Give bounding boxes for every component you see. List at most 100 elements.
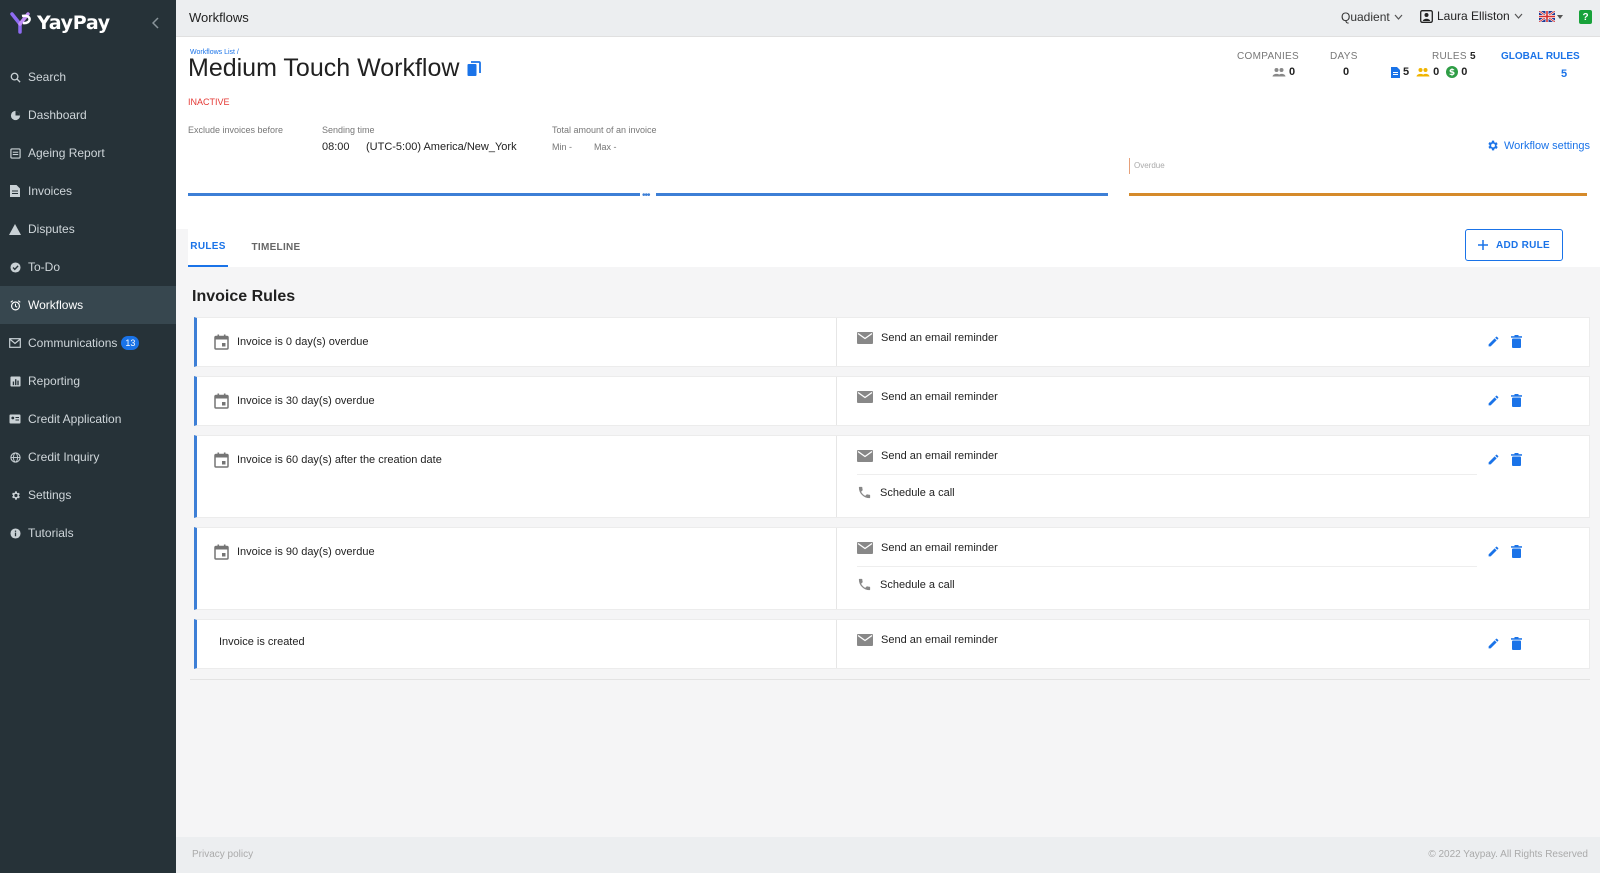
action-divider xyxy=(857,566,1477,567)
uk-flag-icon xyxy=(1539,11,1555,22)
rule-action-text: Send an email reminder xyxy=(881,542,998,554)
sidebar-item-settings[interactable]: Settings xyxy=(0,476,176,514)
calendar-icon xyxy=(214,393,229,409)
sidebar-item-dashboard[interactable]: Dashboard xyxy=(0,96,176,134)
tab-timeline[interactable]: TIMELINE xyxy=(246,227,306,267)
pencil-icon[interactable] xyxy=(1487,394,1500,407)
rule-condition: Invoice is 90 day(s) overdue xyxy=(214,544,375,560)
invoice-rules-icon xyxy=(1391,66,1400,78)
footer: Privacy policy © 2022 Yaypay. All Rights… xyxy=(176,837,1600,873)
sidebar-item-workflows[interactable]: Workflows xyxy=(0,286,176,324)
workflow-settings-button[interactable]: Workflow settings xyxy=(1486,139,1590,152)
company-selector[interactable]: Quadient xyxy=(1341,10,1403,24)
help-button[interactable]: ? xyxy=(1579,10,1592,24)
rule-action: Send an email reminder xyxy=(857,542,998,554)
sidebar: YayPay Search Dashboard Ageing Report Invoi… xyxy=(0,0,176,873)
tab-rules[interactable]: RULES xyxy=(188,227,228,267)
workflow-title: Medium Touch Workflow xyxy=(188,54,482,83)
rule-row-actions xyxy=(1487,335,1522,348)
sidebar-item-reporting[interactable]: Reporting xyxy=(0,362,176,400)
rule-row: Invoice is created Send an email reminder xyxy=(194,619,1590,669)
sidebar-item-search[interactable]: Search xyxy=(0,58,176,96)
rule-condition-cell: Invoice is 90 day(s) overdue xyxy=(197,528,837,609)
rule-row-actions xyxy=(1487,637,1522,650)
gear-icon xyxy=(1486,139,1499,152)
trash-icon[interactable] xyxy=(1511,394,1522,407)
chevron-down-icon xyxy=(1514,13,1523,19)
privacy-policy-link[interactable]: Privacy policy xyxy=(192,849,253,860)
trash-icon[interactable] xyxy=(1511,335,1522,348)
timeline-overdue-segment xyxy=(1129,193,1587,196)
rule-action-text: Schedule a call xyxy=(880,486,955,499)
yaypay-logo-icon xyxy=(10,12,34,34)
warning-icon xyxy=(9,223,21,235)
sidebar-item-to-do[interactable]: To-Do xyxy=(0,248,176,286)
timezone-value: (UTC-5:00) America/New_York xyxy=(366,141,517,153)
rule-condition-cell: Invoice is 60 day(s) after the creation … xyxy=(197,436,837,517)
rule-action-text: Schedule a call xyxy=(880,578,955,591)
sidebar-item-label: Ageing Report xyxy=(28,146,105,160)
max-amount: Max - xyxy=(594,142,617,152)
payment-rules-icon: $ xyxy=(1446,66,1459,78)
timeline-expand-dots[interactable]: ••• xyxy=(642,190,650,201)
sidebar-item-credit-application[interactable]: Credit Application xyxy=(0,400,176,438)
sidebar-item-label: Search xyxy=(28,70,67,84)
rules-label: RULES 5 xyxy=(1432,51,1476,62)
main-content: Workflows List / Medium Touch Workflow I… xyxy=(176,37,1600,837)
sidebar-item-credit-inquiry[interactable]: Credit Inquiry xyxy=(0,438,176,476)
sidebar-item-label: Dashboard xyxy=(28,108,87,122)
chevron-down-icon xyxy=(1394,14,1403,20)
customer-rules-icon xyxy=(1416,67,1430,77)
phone-icon xyxy=(857,485,872,500)
rules-total: 5 xyxy=(1469,51,1476,62)
sidebar-item-tutorials[interactable]: Tutorials xyxy=(0,514,176,552)
pencil-icon[interactable] xyxy=(1487,545,1500,558)
alarm-icon xyxy=(9,299,21,311)
collapse-sidebar-button[interactable] xyxy=(152,17,160,29)
payment-rules-count: 0 xyxy=(1461,66,1468,78)
min-amount: Min - xyxy=(552,142,572,152)
rule-condition-text: Invoice is 60 day(s) after the creation … xyxy=(237,454,442,466)
sidebar-item-disputes[interactable]: Disputes xyxy=(0,210,176,248)
report-icon xyxy=(9,147,21,159)
global-rules-label[interactable]: GLOBAL RULES xyxy=(1501,51,1580,62)
rule-action: Send an email reminder xyxy=(857,450,998,462)
rule-condition: Invoice is created xyxy=(219,636,305,648)
rule-condition-cell: Invoice is created xyxy=(197,620,837,668)
globe-icon xyxy=(9,451,21,463)
timeline-before-segment xyxy=(188,193,640,196)
notification-badge: 13 xyxy=(121,336,140,350)
language-selector[interactable] xyxy=(1539,11,1563,22)
top-bar: Workflows Quadient Laura Elliston ? xyxy=(176,0,1600,37)
sidebar-item-communications[interactable]: Communications 13 xyxy=(0,324,176,362)
calendar-icon xyxy=(214,544,229,560)
pencil-icon[interactable] xyxy=(1487,453,1500,466)
rule-condition-text: Invoice is 0 day(s) overdue xyxy=(237,336,369,348)
trash-icon[interactable] xyxy=(1511,545,1522,558)
trash-icon[interactable] xyxy=(1511,453,1522,466)
email-icon xyxy=(857,634,873,646)
pencil-icon[interactable] xyxy=(1487,637,1500,650)
sidebar-item-ageing-report[interactable]: Ageing Report xyxy=(0,134,176,172)
add-rule-button[interactable]: ADD RULE xyxy=(1465,229,1563,261)
sidebar-item-label: Disputes xyxy=(28,222,75,236)
rule-action: Send an email reminder xyxy=(857,634,998,646)
logo[interactable]: YayPay xyxy=(10,12,110,34)
rule-action: Send an email reminder xyxy=(857,391,998,403)
user-menu[interactable]: Laura Elliston xyxy=(1420,9,1523,23)
sidebar-item-label: To-Do xyxy=(28,260,61,274)
rule-action-text: Send an email reminder xyxy=(881,332,998,344)
pie-chart-icon xyxy=(9,109,21,121)
pencil-icon[interactable] xyxy=(1487,335,1500,348)
tabs-bar: RULES TIMELINE xyxy=(188,227,1600,267)
overdue-label: Overdue xyxy=(1134,161,1165,170)
sidebar-item-invoices[interactable]: Invoices xyxy=(0,172,176,210)
copy-icon[interactable] xyxy=(467,60,482,77)
id-card-icon xyxy=(9,413,21,425)
workflow-settings-label: Workflow settings xyxy=(1504,139,1590,152)
check-circle-icon xyxy=(9,261,21,273)
rule-row-actions xyxy=(1487,545,1522,558)
sidebar-item-label: Communications xyxy=(28,336,118,350)
trash-icon[interactable] xyxy=(1511,637,1522,650)
calendar-icon xyxy=(214,452,229,468)
